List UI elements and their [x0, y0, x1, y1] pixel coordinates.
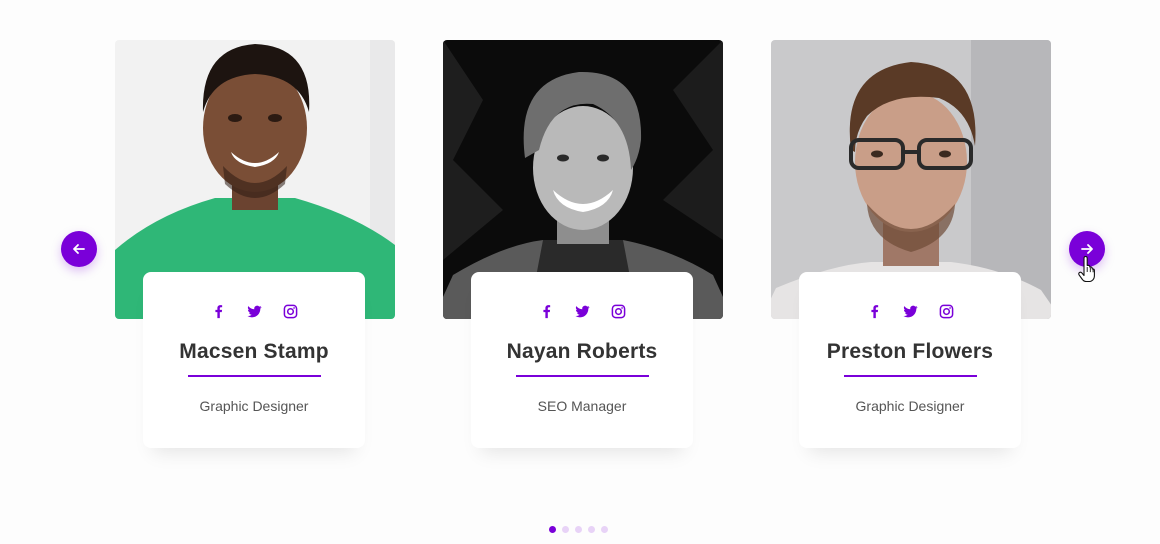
hand-cursor-icon [1078, 256, 1095, 282]
member-role: Graphic Designer [855, 398, 965, 414]
member-name: Preston Flowers [826, 340, 994, 363]
twitter-icon[interactable] [573, 302, 591, 320]
team-member-card: Nayan Roberts SEO Manager [443, 40, 723, 460]
member-info-panel: Nayan Roberts SEO Manager [471, 272, 693, 448]
name-divider [515, 375, 649, 377]
pagination-dot[interactable] [575, 526, 582, 533]
pagination-dot[interactable] [588, 526, 595, 533]
social-links [471, 272, 693, 330]
arrow-right-icon [1081, 244, 1093, 254]
arrow-left-icon [73, 244, 85, 254]
social-links [799, 272, 1021, 330]
twitter-icon[interactable] [245, 302, 263, 320]
member-name: Macsen Stamp [179, 340, 329, 363]
instagram-icon[interactable] [281, 302, 299, 320]
member-info-panel: Preston Flowers Graphic Designer [799, 272, 1021, 448]
facebook-icon[interactable] [209, 302, 227, 320]
social-links [143, 272, 365, 330]
team-member-card: Preston Flowers Graphic Designer [771, 40, 1051, 460]
pagination-dot[interactable] [549, 526, 556, 533]
twitter-icon[interactable] [901, 302, 919, 320]
team-member-card: Macsen Stamp Graphic Designer [115, 40, 395, 460]
member-name: Nayan Roberts [506, 340, 658, 363]
member-role: SEO Manager [537, 398, 627, 414]
name-divider [187, 375, 321, 377]
instagram-icon[interactable] [937, 302, 955, 320]
facebook-icon[interactable] [537, 302, 555, 320]
member-role: Graphic Designer [199, 398, 309, 414]
instagram-icon[interactable] [609, 302, 627, 320]
facebook-icon[interactable] [865, 302, 883, 320]
pagination-dot[interactable] [601, 526, 608, 533]
carousel-pagination [549, 526, 608, 533]
name-divider [843, 375, 977, 377]
member-info-panel: Macsen Stamp Graphic Designer [143, 272, 365, 448]
carousel-prev-button[interactable] [61, 231, 97, 267]
pagination-dot[interactable] [562, 526, 569, 533]
team-carousel: Macsen Stamp Graphic Designer Nayan Robe… [0, 0, 1160, 544]
